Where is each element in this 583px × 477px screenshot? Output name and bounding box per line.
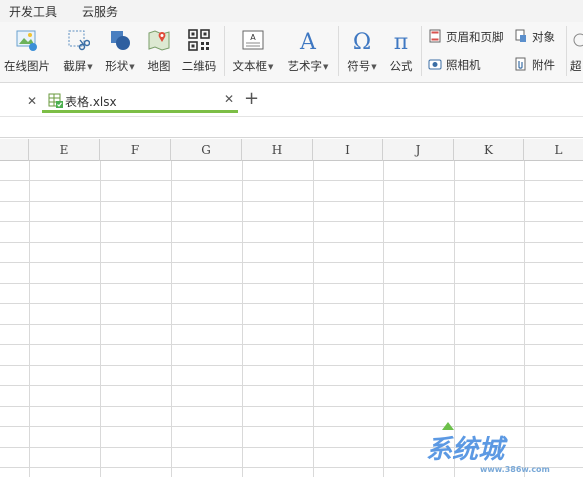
watermark-url: www.386w.com: [480, 465, 550, 474]
wordart-icon: A: [299, 30, 317, 52]
insert-ribbon: 在线图片 截屏▼ 形状▼ 地图 二维码 A 文本框▼ A 艺术字▼ Ω 符号▼ …: [0, 22, 583, 83]
formula-button[interactable]: π 公式: [384, 22, 418, 80]
menu-cloud-service[interactable]: 云服务: [82, 3, 118, 20]
camera-button[interactable]: 照相机: [428, 55, 512, 75]
textbox-button[interactable]: A 文本框▼: [228, 22, 278, 80]
screenshot-label: 截屏▼: [58, 58, 98, 74]
close-icon[interactable]: ✕: [27, 94, 37, 108]
svg-text:Ω: Ω: [353, 30, 371, 52]
ribbon-divider: [338, 26, 339, 76]
map-icon: [148, 30, 170, 51]
scissors-icon: [68, 30, 90, 51]
attachment-button[interactable]: 附件: [514, 55, 560, 75]
column-header-f[interactable]: F: [100, 139, 171, 161]
screenshot-text: 截屏: [63, 59, 87, 73]
textbox-dropdown-icon: ▼: [268, 63, 274, 71]
tab-close-icon[interactable]: ✕: [224, 92, 234, 106]
screenshot-button[interactable]: 截屏▼: [58, 22, 98, 80]
attachment-label: 附件: [532, 58, 555, 72]
shape-icon: [111, 31, 130, 50]
formula-label: 公式: [389, 59, 413, 73]
ribbon-divider: [566, 26, 567, 76]
header-footer-icon: [429, 29, 441, 43]
wordart-dropdown-icon: ▼: [323, 63, 329, 71]
header-footer-button[interactable]: 页眉和页脚: [428, 27, 512, 47]
qrcode-icon: [188, 29, 210, 51]
column-header-k[interactable]: K: [454, 139, 524, 161]
attachment-icon: [515, 57, 526, 71]
row-header-corner[interactable]: [0, 139, 29, 161]
add-tab-icon[interactable]: +: [244, 89, 259, 109]
shape-text: 形状: [105, 59, 129, 73]
shape-dropdown-icon: ▼: [129, 63, 135, 71]
object-button[interactable]: 对象: [514, 27, 560, 47]
camera-icon: [428, 59, 442, 70]
online-image-button[interactable]: 在线图片: [2, 22, 52, 80]
document-tab-bar: ✕ 表格.xlsx ✕ +: [0, 83, 583, 117]
watermark-brand: 系统城: [426, 435, 508, 465]
spreadsheet-file-icon: [48, 93, 63, 108]
column-header-h[interactable]: H: [242, 139, 313, 161]
ribbon-divider: [224, 26, 225, 76]
formula-bar-area[interactable]: [0, 118, 583, 138]
svg-text:A: A: [250, 33, 256, 42]
wordart-label: 艺术字▼: [283, 58, 333, 74]
ribbon-tab-row: 开发工具 云服务: [0, 0, 583, 22]
wordart-button[interactable]: A 艺术字▼: [283, 22, 333, 80]
column-header-i[interactable]: I: [313, 139, 383, 161]
qrcode-label: 二维码: [181, 59, 217, 73]
pi-icon: π: [394, 30, 408, 52]
object-label: 对象: [532, 30, 555, 44]
svg-text:π: π: [394, 30, 408, 52]
symbol-text: 符号: [347, 59, 371, 73]
textbox-text: 文本框: [232, 59, 268, 73]
menu-developer-tools[interactable]: 开发工具: [9, 3, 57, 20]
column-header-j[interactable]: J: [383, 139, 454, 161]
watermark-logo: 系统城 www.386w.com: [426, 422, 550, 474]
document-tab-title: 表格.xlsx: [65, 95, 117, 109]
symbol-button[interactable]: Ω 符号▼: [342, 22, 382, 80]
online-image-label: 在线图片: [4, 59, 50, 73]
overflow-label: 超: [570, 59, 582, 73]
symbol-dropdown-icon: ▼: [371, 63, 377, 71]
omega-icon: Ω: [353, 30, 371, 52]
overflow-button[interactable]: 超: [570, 22, 583, 80]
object-icon: [515, 29, 526, 42]
overflow-icon: [573, 33, 583, 47]
svg-text:A: A: [299, 30, 317, 52]
column-header-g[interactable]: G: [171, 139, 242, 161]
column-header-row: E F G H I J K L: [0, 139, 583, 161]
screenshot-dropdown-icon: ▼: [87, 63, 93, 71]
map-button[interactable]: 地图: [143, 22, 175, 80]
wordart-text: 艺术字: [287, 59, 323, 73]
column-header-l[interactable]: L: [524, 139, 583, 161]
shape-label: 形状▼: [100, 58, 140, 74]
online-image-icon: [16, 30, 37, 51]
symbol-label: 符号▼: [342, 58, 382, 74]
document-tab[interactable]: 表格.xlsx ✕: [42, 89, 238, 113]
shape-button[interactable]: 形状▼: [100, 22, 140, 80]
textbox-label: 文本框▼: [228, 58, 278, 74]
textbox-icon: A: [242, 30, 264, 50]
map-label: 地图: [147, 59, 171, 73]
column-header-e[interactable]: E: [29, 139, 100, 161]
qrcode-button[interactable]: 二维码: [178, 22, 220, 80]
header-footer-label: 页眉和页脚: [446, 30, 504, 44]
ribbon-divider: [421, 26, 422, 76]
camera-label: 照相机: [446, 58, 481, 72]
